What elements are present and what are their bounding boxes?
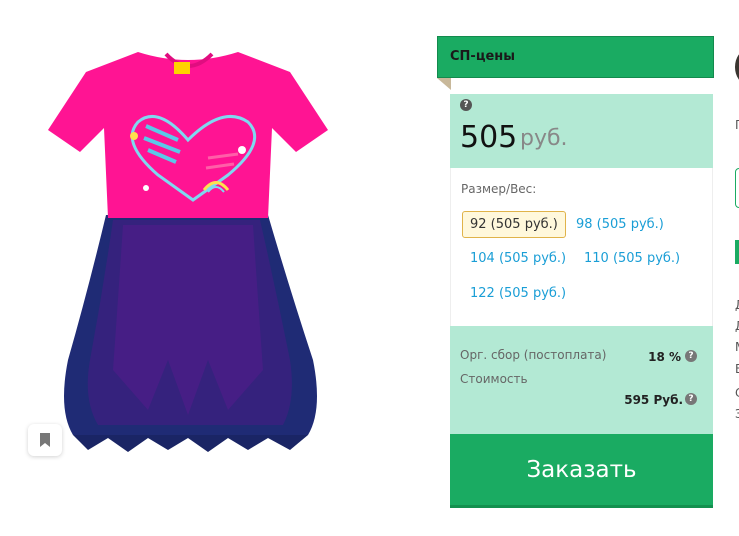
product-page: СП-цены ? 505 руб. Размер/Вес: 92 (505 р… bbox=[0, 0, 739, 536]
right-column-text: М bbox=[735, 340, 739, 354]
question-icon[interactable]: ? bbox=[685, 350, 697, 362]
price-panel: СП-цены bbox=[437, 36, 714, 78]
fee-label: Орг. сбор (постоплата) bbox=[460, 348, 607, 362]
product-image[interactable] bbox=[28, 30, 348, 460]
avatar[interactable] bbox=[735, 50, 739, 84]
price-box: ? 505 руб. bbox=[450, 94, 713, 168]
right-column-text: Д bbox=[735, 319, 739, 333]
right-column-badge bbox=[735, 240, 739, 264]
bookmark-button[interactable] bbox=[28, 424, 62, 456]
cost-label: Стоимость bbox=[460, 372, 528, 386]
right-column: П Д Д М В С З bbox=[728, 0, 739, 536]
fee-value: 18 % bbox=[648, 350, 681, 364]
panel-header: СП-цены bbox=[437, 36, 714, 78]
sizes-label: Размер/Вес: bbox=[461, 182, 537, 196]
price-value: 505 bbox=[460, 120, 518, 155]
right-column-text: П bbox=[735, 118, 739, 132]
size-option-122[interactable]: 122 (505 руб.) bbox=[470, 286, 566, 301]
cost-value: 595 Руб. bbox=[624, 393, 683, 407]
price-currency: руб. bbox=[520, 126, 568, 151]
bookmark-icon bbox=[40, 433, 50, 447]
right-column-box[interactable] bbox=[735, 168, 739, 208]
right-column-text: Д bbox=[735, 298, 739, 312]
fee-section: Орг. сбор (постоплата) 18 % ? Стоимость … bbox=[450, 326, 713, 434]
size-option-104[interactable]: 104 (505 руб.) bbox=[470, 251, 566, 266]
right-column-text: С bbox=[735, 386, 739, 400]
size-option-92[interactable]: 92 (505 руб.) bbox=[462, 211, 566, 238]
size-option-110[interactable]: 110 (505 руб.) bbox=[584, 251, 680, 266]
question-icon[interactable]: ? bbox=[685, 393, 697, 405]
question-icon[interactable]: ? bbox=[460, 99, 472, 111]
order-button[interactable]: Заказать bbox=[450, 434, 713, 508]
panel-header-title: СП-цены bbox=[450, 49, 516, 64]
size-option-98[interactable]: 98 (505 руб.) bbox=[576, 217, 664, 232]
sizes-section: Размер/Вес: 92 (505 руб.) 98 (505 руб.) … bbox=[450, 168, 713, 326]
right-column-text: З bbox=[735, 407, 739, 421]
header-fold bbox=[437, 78, 451, 90]
right-column-text: В bbox=[735, 362, 739, 376]
